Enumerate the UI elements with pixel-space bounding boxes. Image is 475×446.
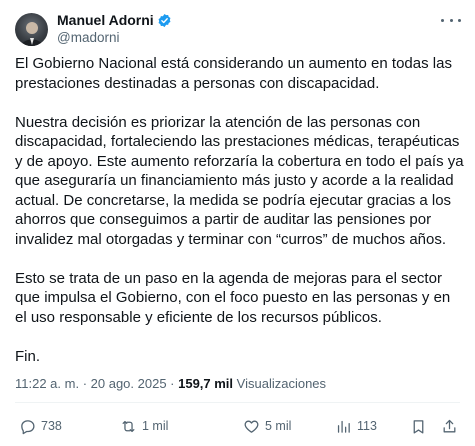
tweet-header: Manuel Adorni @madorni [15, 12, 172, 46]
reply-icon [21, 419, 35, 434]
verified-badge-icon[interactable] [157, 13, 172, 28]
like-count: 5 mil [265, 419, 292, 433]
tweet-paragraph: Esto se trata de un paso en la agenda de… [15, 269, 451, 326]
divider [15, 402, 460, 403]
tweet-paragraph: Nuestra decisión es priorizar la atenció… [15, 113, 464, 248]
meta-separator: · [79, 376, 91, 391]
bookmark-icon [413, 419, 424, 434]
views-action-count: 113 [357, 419, 377, 433]
tweet-paragraph: Fin. [15, 347, 41, 365]
more-options-icon[interactable] [441, 13, 461, 27]
heart-icon [244, 420, 259, 433]
author-block: Manuel Adorni @madorni [57, 12, 172, 46]
action-bar: 738 1 mil 5 mil 113 [15, 415, 460, 437]
tweet-time[interactable]: 11:22 a. m. [15, 376, 79, 391]
reply-button[interactable]: 738 [19, 418, 62, 435]
avatar-person-icon [21, 22, 42, 46]
tweet-text: El Gobierno Nacional está considerando u… [15, 54, 465, 386]
share-button[interactable] [441, 418, 458, 435]
author-display-name[interactable]: Manuel Adorni [57, 12, 154, 29]
author-handle[interactable]: @madorni [57, 29, 172, 46]
like-button[interactable]: 5 mil [243, 418, 291, 435]
views-icon [337, 420, 350, 433]
more-dot [458, 18, 461, 22]
repost-button[interactable]: 1 mil [120, 418, 168, 435]
bookmark-button[interactable] [410, 418, 427, 435]
repost-icon [122, 420, 135, 432]
more-dot [441, 18, 444, 22]
views-count: 159,7 mil [178, 376, 234, 391]
reply-count: 738 [41, 419, 62, 433]
repost-count: 1 mil [142, 419, 169, 433]
tweet-metadata: 11:22 a. m. · 20 ago. 2025 · 159,7 mil V… [15, 376, 326, 391]
more-dot [449, 18, 453, 22]
name-row: Manuel Adorni [57, 12, 172, 29]
views-label: Visualizaciones [236, 376, 327, 391]
tweet-date[interactable]: 20 ago. 2025 [91, 376, 167, 391]
meta-separator: · [166, 376, 179, 391]
avatar[interactable] [15, 12, 48, 46]
share-icon [443, 419, 456, 432]
views-button[interactable]: 113 [335, 418, 377, 435]
tweet-paragraph: El Gobierno Nacional está considerando u… [15, 55, 452, 92]
tweet: Manuel Adorni @madorni El Gobierno Nacio… [0, 0, 475, 446]
